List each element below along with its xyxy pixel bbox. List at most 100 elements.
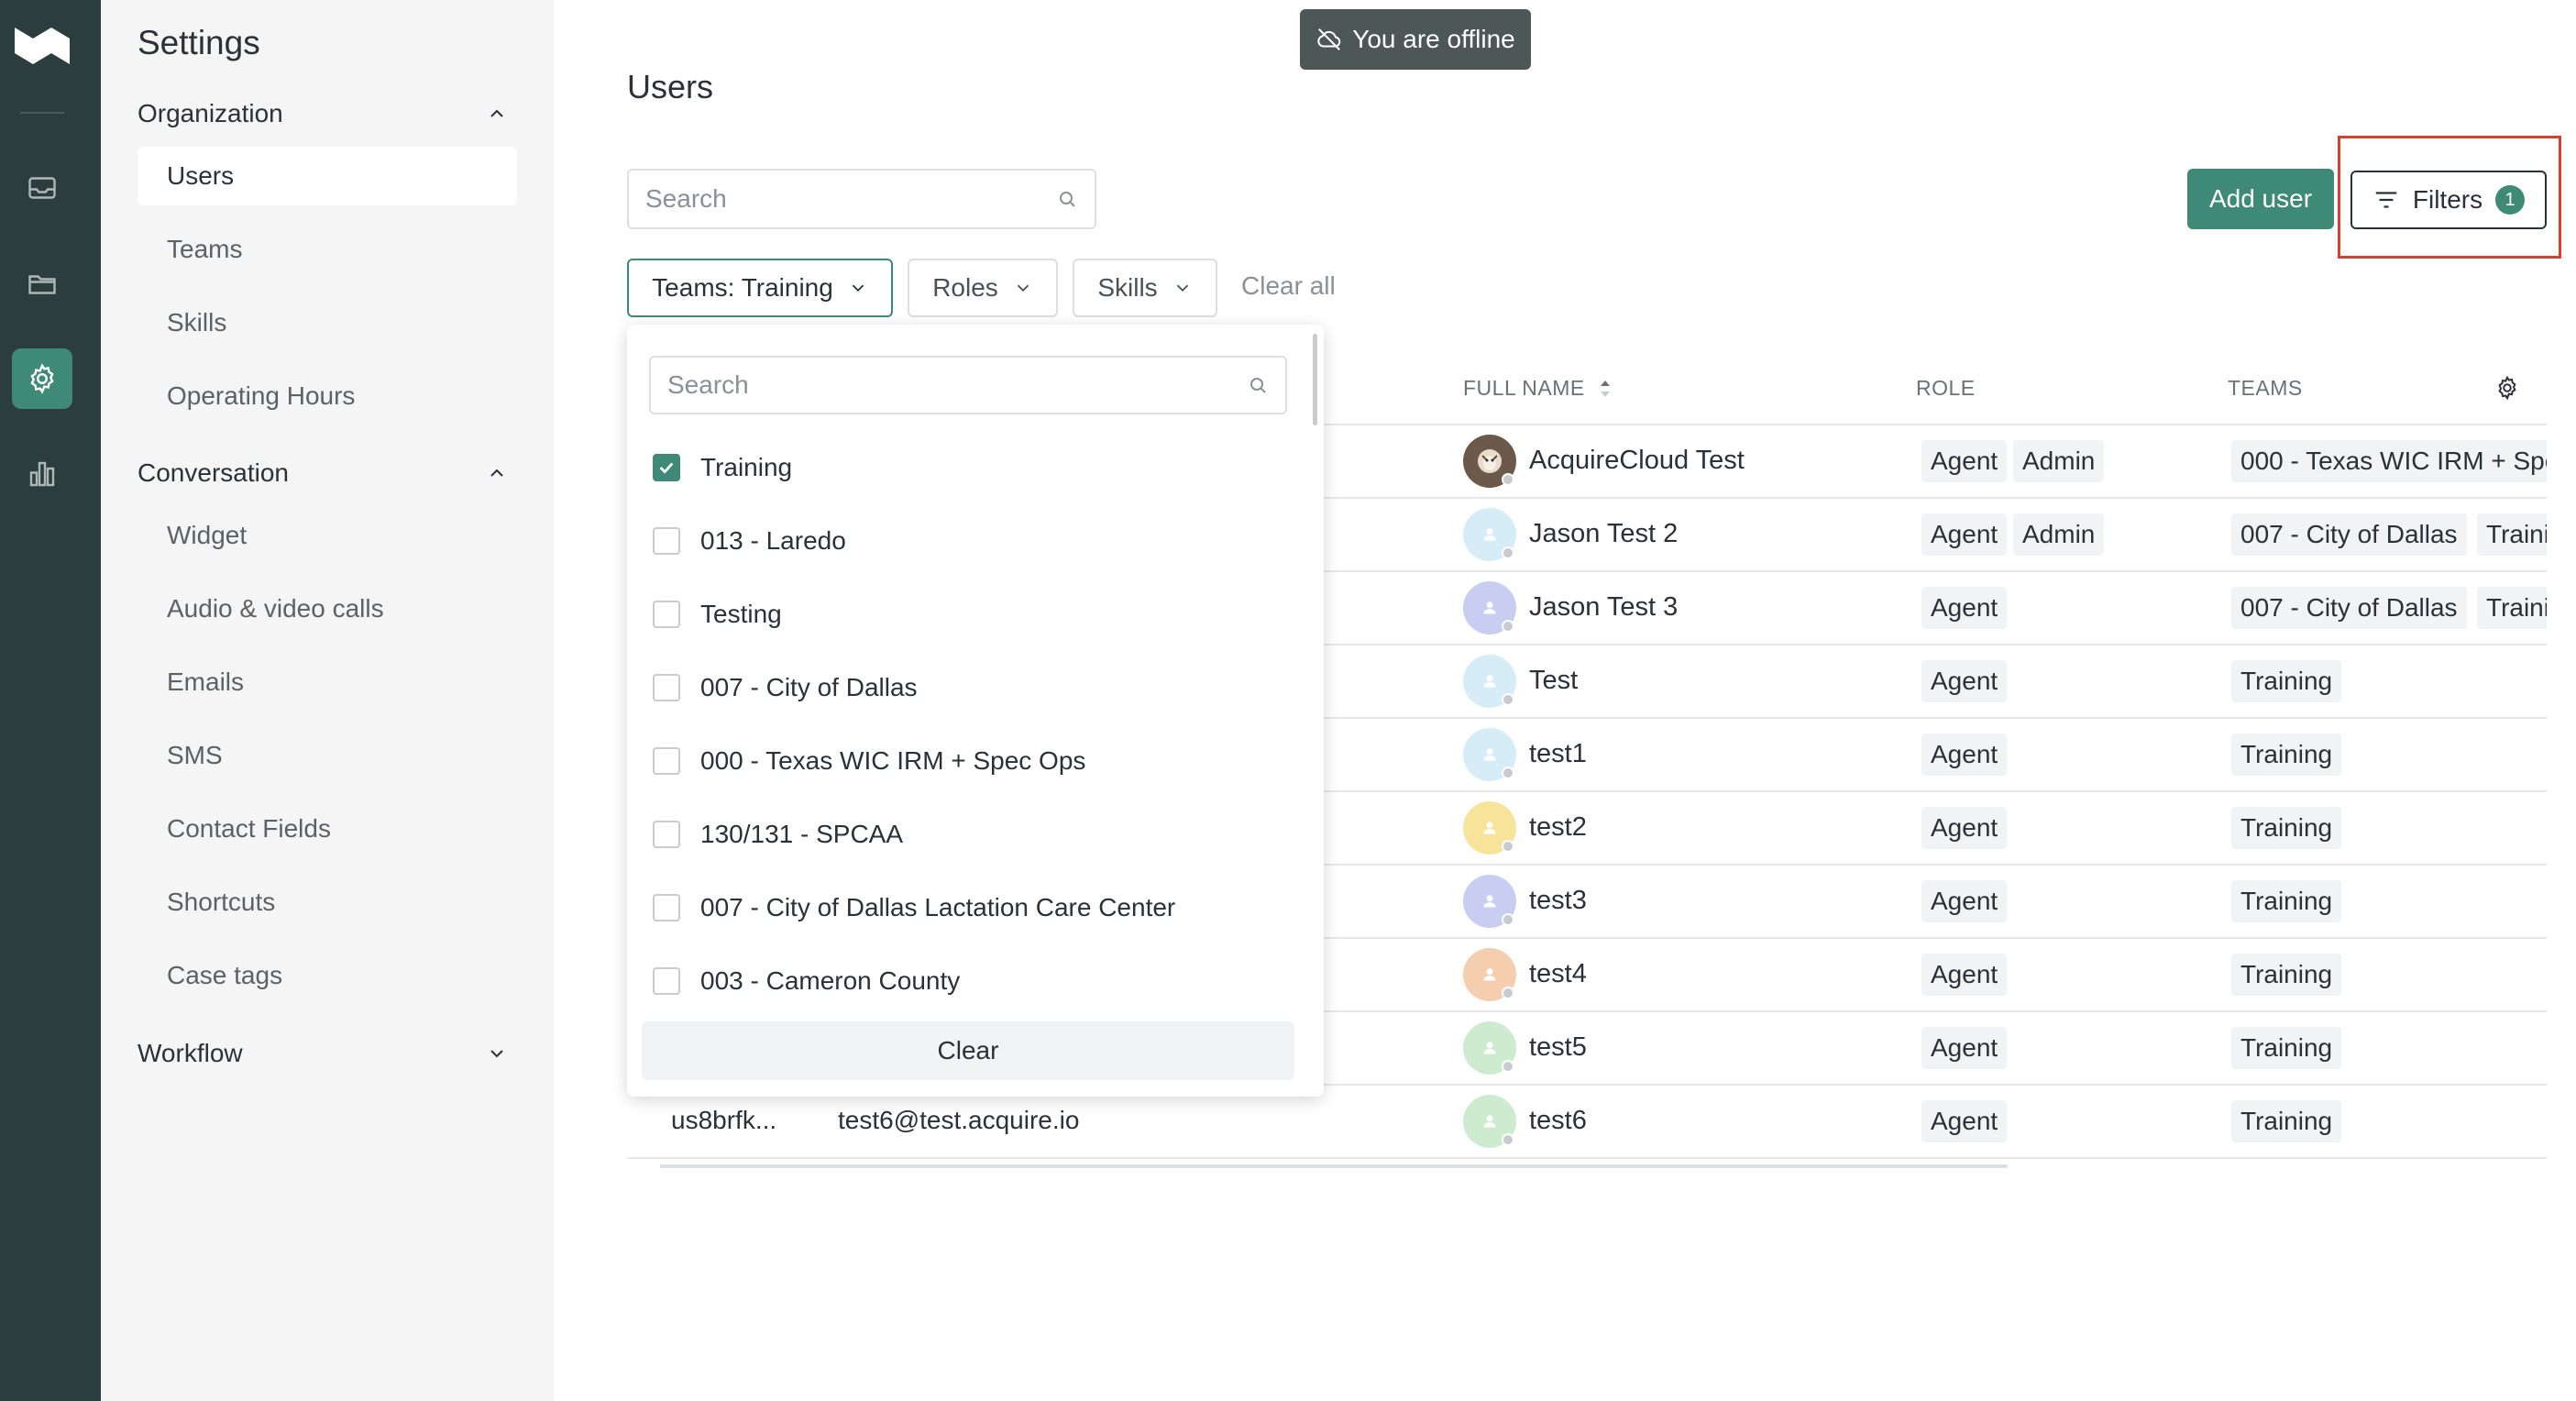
role-tag: Agent — [1921, 513, 2008, 556]
team-tag: Trainin — [2477, 513, 2547, 556]
role-tag: Agent — [1921, 1100, 2008, 1142]
team-option[interactable]: 003 - Cameron County — [653, 954, 960, 1009]
role-tag: Agent — [1921, 880, 2008, 922]
user-email: test6@test.acquire.io — [838, 1106, 1080, 1134]
user-photo-icon — [1478, 449, 1502, 473]
user-full-name: Test — [1529, 666, 1579, 695]
dropdown-clear-button[interactable]: Clear — [642, 1021, 1294, 1080]
presence-status-dot — [1502, 620, 1514, 633]
team-tag: 000 - Texas WIC IRM + Spe — [2231, 440, 2547, 482]
user-full-name: test3 — [1529, 886, 1587, 915]
role-tag: Agent — [1921, 807, 2008, 849]
user-id: us8brfk... — [671, 1106, 777, 1134]
user-full-name: test2 — [1529, 812, 1587, 842]
search-icon — [1250, 378, 1266, 393]
user-full-name: test5 — [1529, 1032, 1587, 1062]
presence-status-dot — [1502, 913, 1514, 926]
dropdown-search-input[interactable] — [667, 370, 1247, 400]
team-option[interactable]: Training — [653, 440, 792, 495]
user-full-name: Jason Test 3 — [1529, 592, 1679, 622]
team-tag: Training — [2231, 660, 2342, 702]
user-icon — [1483, 675, 1496, 688]
dropdown-search[interactable] — [649, 356, 1287, 414]
team-option[interactable]: Testing — [653, 587, 782, 642]
team-tag: Training — [2231, 954, 2342, 996]
presence-status-dot — [1502, 546, 1514, 559]
team-tag: 007 - City of Dallas — [2231, 587, 2467, 629]
avatar — [1463, 435, 1516, 488]
team-option-label: 013 - Laredo — [700, 526, 846, 555]
user-icon — [1483, 748, 1496, 761]
presence-status-dot — [1502, 693, 1514, 706]
checkbox-icon[interactable] — [653, 747, 680, 775]
dropdown-scrollbar[interactable] — [1313, 334, 1317, 425]
role-tag: Admin — [2013, 440, 2105, 482]
team-option-label: 130/131 - SPCAA — [700, 820, 904, 848]
presence-status-dot — [1502, 840, 1514, 853]
checkbox-icon[interactable] — [653, 601, 680, 628]
team-tag: Training — [2231, 734, 2342, 776]
team-option[interactable]: 130/131 - SPCAA — [653, 807, 903, 862]
role-tag: Agent — [1921, 440, 2008, 482]
user-icon — [1483, 822, 1496, 834]
team-tag: Training — [2231, 1100, 2342, 1142]
role-tag: Agent — [1921, 660, 2008, 702]
avatar — [1463, 728, 1516, 781]
role-tag: Agent — [1921, 1027, 2008, 1069]
checkbox-icon[interactable] — [653, 527, 680, 555]
team-option-label: 007 - City of Dallas Lactation Care Cent… — [700, 893, 1176, 921]
checkmark-icon — [659, 462, 674, 474]
team-tag: Training — [2231, 807, 2342, 849]
row-divider — [627, 1157, 2547, 1159]
team-tag: 007 - City of Dallas — [2231, 513, 2467, 556]
team-option-label: 007 - City of Dallas — [700, 673, 918, 701]
team-option-label: 000 - Texas WIC IRM + Spec Ops — [700, 746, 1086, 775]
avatar — [1463, 581, 1516, 634]
team-option-label: Testing — [700, 600, 782, 628]
checkbox-icon[interactable] — [653, 821, 680, 848]
avatar — [1463, 948, 1516, 1001]
presence-status-dot — [1502, 987, 1514, 999]
user-full-name: test1 — [1529, 739, 1587, 768]
teams-filter-dropdown: Training 013 - Laredo Testing 007 - City of… — [627, 325, 1324, 1097]
avatar — [1463, 801, 1516, 855]
user-icon — [1483, 895, 1496, 908]
avatar — [1463, 1021, 1516, 1075]
user-icon — [1483, 1042, 1496, 1054]
user-icon — [1483, 528, 1496, 541]
user-icon — [1483, 968, 1496, 981]
user-full-name: test6 — [1529, 1106, 1587, 1135]
checkbox-icon[interactable] — [653, 967, 680, 995]
avatar — [1463, 1095, 1516, 1148]
user-icon — [1483, 601, 1496, 614]
table-row[interactable]: us8brfk... test6@test.acquire.io test6 Agen… — [627, 1086, 2547, 1159]
presence-status-dot — [1502, 1133, 1514, 1146]
checkbox-icon[interactable] — [653, 894, 680, 921]
avatar — [1463, 655, 1516, 708]
team-option[interactable]: 000 - Texas WIC IRM + Spec Ops — [653, 734, 1085, 789]
user-full-name: test4 — [1529, 959, 1587, 988]
avatar — [1463, 508, 1516, 561]
checkbox-icon[interactable] — [653, 454, 680, 481]
team-option[interactable]: 013 - Laredo — [653, 513, 846, 568]
role-tag: Agent — [1921, 587, 2008, 629]
team-tag: Trainin — [2477, 587, 2547, 629]
team-tag: Training — [2231, 880, 2342, 922]
table-horizontal-scrollbar[interactable] — [660, 1164, 2008, 1168]
checkbox-icon[interactable] — [653, 674, 680, 701]
team-option-label: Training — [700, 453, 793, 481]
user-full-name: Jason Test 2 — [1529, 519, 1679, 548]
presence-status-dot — [1502, 767, 1514, 779]
role-tag: Admin — [2013, 513, 2105, 556]
avatar — [1463, 875, 1516, 928]
team-option[interactable]: 007 - City of Dallas Lactation Care Cent… — [653, 880, 1175, 935]
team-tag: Training — [2231, 1027, 2342, 1069]
role-tag: Agent — [1921, 734, 2008, 776]
presence-status-dot — [1502, 1060, 1514, 1073]
user-full-name: AcquireCloud Test — [1529, 446, 1745, 475]
presence-status-dot — [1502, 473, 1514, 486]
team-option-label: 003 - Cameron County — [700, 966, 961, 995]
team-option[interactable]: 007 - City of Dallas — [653, 660, 918, 715]
user-icon — [1483, 1115, 1496, 1128]
role-tag: Agent — [1921, 954, 2008, 996]
